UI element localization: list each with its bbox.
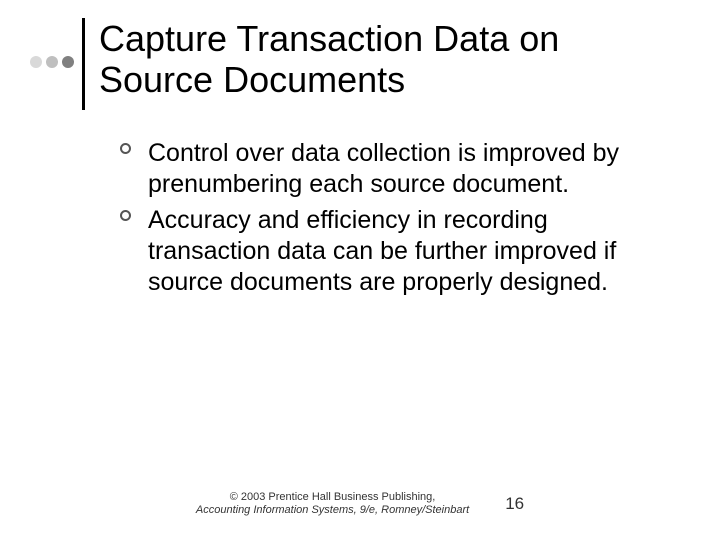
bullet-text: Accuracy and efficiency in recording tra… xyxy=(148,206,616,297)
copyright-text: © 2003 Prentice Hall Business Publishing… xyxy=(196,491,469,519)
copyright-line2: Accounting Information Systems, 9/e, Rom… xyxy=(196,504,469,518)
slide-content: Control over data collection is improved… xyxy=(0,110,720,298)
slide-header: Capture Transaction Data on Source Docum… xyxy=(0,0,720,110)
list-item: Accuracy and efficiency in recording tra… xyxy=(120,205,660,299)
bullet-icon xyxy=(120,143,131,154)
slide-title: Capture Transaction Data on Source Docum… xyxy=(99,18,659,101)
dot-icon xyxy=(30,56,42,68)
vertical-divider xyxy=(82,18,85,110)
page-number: 16 xyxy=(505,494,524,514)
decorative-dots xyxy=(30,56,74,68)
copyright-line1: © 2003 Prentice Hall Business Publishing… xyxy=(196,491,469,505)
bullet-icon xyxy=(120,210,131,221)
bullet-text: Control over data collection is improved… xyxy=(148,139,619,198)
slide-footer: © 2003 Prentice Hall Business Publishing… xyxy=(0,491,720,519)
list-item: Control over data collection is improved… xyxy=(120,138,660,201)
dot-icon xyxy=(62,56,74,68)
dot-icon xyxy=(46,56,58,68)
bullet-list: Control over data collection is improved… xyxy=(120,138,660,298)
